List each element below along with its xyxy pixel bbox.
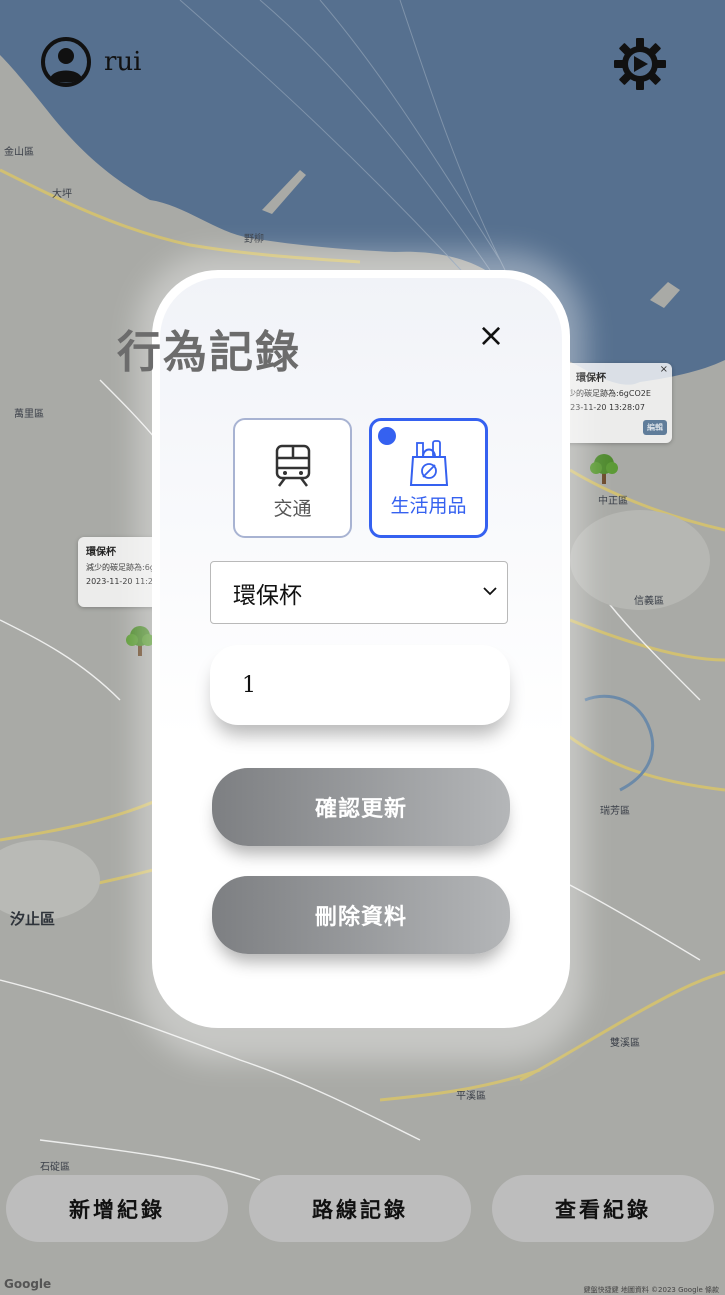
train-icon	[275, 444, 310, 487]
add-record-button[interactable]: 新增紀錄	[6, 1175, 228, 1242]
tree-marker-icon[interactable]	[586, 450, 622, 486]
info-close-icon[interactable]: ×	[660, 364, 668, 375]
confirm-update-button[interactable]: 確認更新	[212, 768, 510, 846]
route-record-button[interactable]: 路線記錄	[249, 1175, 471, 1242]
shopping-bag-icon	[409, 440, 448, 486]
category-label: 交通	[273, 498, 312, 520]
modal-title: 行為記錄	[117, 327, 301, 378]
user-avatar-icon[interactable]	[40, 36, 92, 88]
selected-indicator	[378, 427, 396, 445]
user-profile[interactable]: rui	[40, 36, 142, 88]
view-records-button[interactable]: 查看紀錄	[492, 1175, 714, 1242]
map-attribution[interactable]: 鍵盤快捷鍵 地圖資料 ©2023 Google 條款	[584, 1285, 719, 1295]
username: rui	[104, 47, 142, 77]
chevron-down-icon	[483, 587, 497, 596]
map-label: 金山區	[4, 147, 34, 158]
quantity-input[interactable]: 1	[210, 645, 510, 725]
item-select-value: 環保杯	[233, 582, 302, 609]
map-label: 石碇區	[40, 1162, 70, 1173]
map-label: 信義區	[634, 596, 664, 607]
map-label: 野柳	[244, 234, 264, 245]
map-label: 萬里區	[14, 409, 44, 420]
map-label: 大坪	[52, 189, 72, 200]
map-label: 雙溪區	[610, 1038, 640, 1049]
item-select[interactable]: 環保杯	[210, 561, 508, 624]
category-label: 生活用品	[390, 495, 467, 517]
category-daily-goods-button[interactable]: 生活用品	[369, 418, 488, 538]
map-label: 中正區	[598, 496, 628, 507]
google-logo: Google	[4, 1277, 52, 1291]
settings-gear-icon[interactable]	[612, 36, 668, 92]
info-edit-button[interactable]: 編輯	[643, 420, 667, 435]
map-label: 瑞芳區	[600, 806, 630, 817]
close-icon[interactable]: ×	[474, 318, 508, 352]
delete-data-button[interactable]: 刪除資料	[212, 876, 510, 954]
map-label: 平溪區	[456, 1091, 486, 1102]
category-transport-button[interactable]: 交通	[233, 418, 352, 538]
map-label: 汐止區	[10, 910, 56, 928]
